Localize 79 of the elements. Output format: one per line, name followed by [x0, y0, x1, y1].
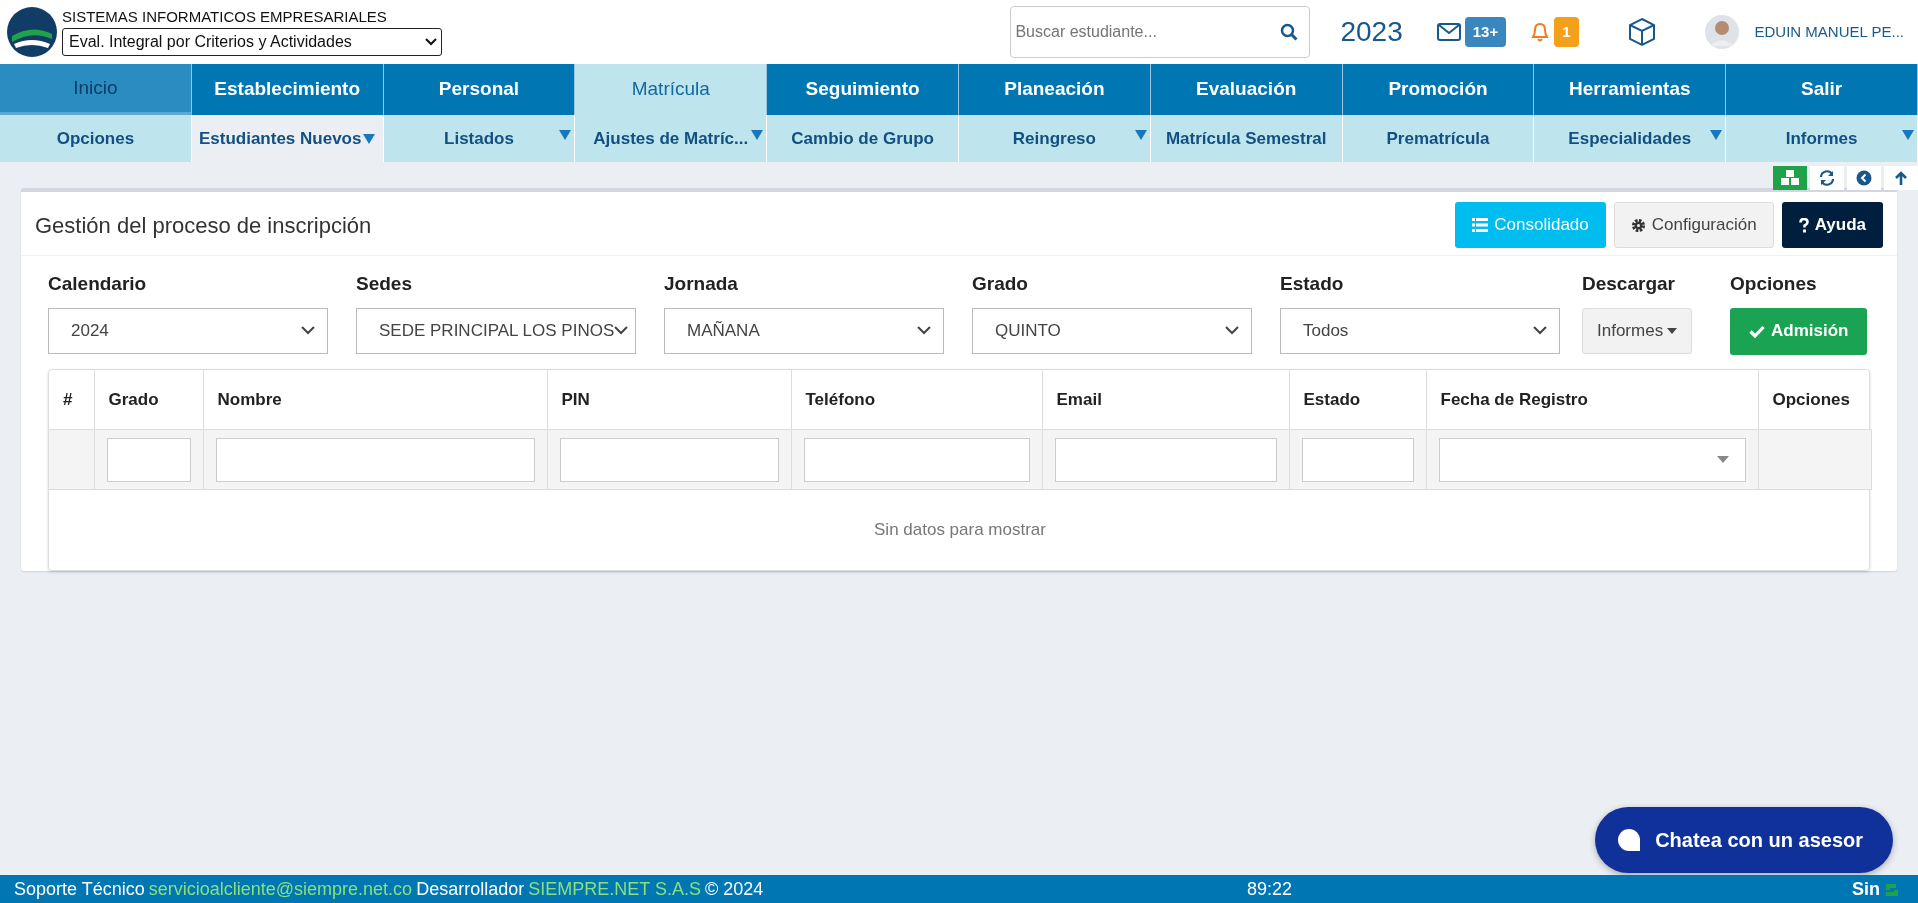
- company-name: SISTEMAS INFORMATICOS EMPRESARIALES: [62, 8, 388, 26]
- menu-tab[interactable]: Personal: [383, 64, 576, 115]
- submenu-item[interactable]: Especialidades: [1534, 115, 1727, 162]
- filter-input[interactable]: [215, 437, 535, 482]
- search-icon: [1280, 23, 1299, 41]
- menu-tab[interactable]: Matrícula: [575, 64, 768, 115]
- chevron-down-icon: [614, 326, 629, 335]
- menu-tab[interactable]: Promoción: [1342, 64, 1535, 115]
- filter-label: Grado: [972, 272, 1029, 296]
- submenu-item[interactable]: Cambio de Grupo: [767, 115, 959, 162]
- submenu-item[interactable]: Opciones: [0, 115, 192, 162]
- refresh-icon[interactable]: [1810, 166, 1844, 190]
- filter-input[interactable]: [106, 437, 191, 482]
- select-field[interactable]: MAÑANA: [664, 307, 944, 354]
- submenu-item[interactable]: Reingreso: [959, 115, 1151, 162]
- check-icon: [1749, 324, 1765, 338]
- chevron-down-icon: [1225, 326, 1239, 335]
- cube-icon[interactable]: [1626, 17, 1657, 47]
- submenu-item[interactable]: Prematrícula: [1342, 115, 1535, 162]
- empty-message: Sin datos para mostrar: [49, 489, 1871, 570]
- year-label: 2023: [1340, 15, 1403, 49]
- submenu-item[interactable]: Ajustes de Matríc...: [575, 115, 768, 162]
- menu-tab[interactable]: Planeación: [959, 64, 1151, 115]
- notification-count: 1: [1554, 16, 1579, 48]
- menu-tab[interactable]: Evaluación: [1150, 64, 1343, 115]
- brand-logo: Sin: [1852, 877, 1880, 901]
- submenu-item[interactable]: Matrícula Semestral: [1150, 115, 1343, 162]
- card-title: Gestión del proceso de inscripción: [35, 211, 372, 240]
- gear-icon: [1630, 217, 1646, 233]
- filter-label: Opciones: [1730, 272, 1818, 296]
- menu-tab[interactable]: Herramientas: [1534, 64, 1727, 115]
- menu-tab[interactable]: Establecimiento: [191, 64, 384, 115]
- module-select[interactable]: Eval. Integral por Criterios y Actividades: [62, 28, 442, 56]
- filter-input[interactable]: [1301, 437, 1414, 482]
- chevron-down-icon: [1533, 326, 1547, 335]
- select-field[interactable]: QUINTO: [972, 307, 1252, 354]
- back-icon[interactable]: [1847, 166, 1881, 190]
- filter-label: Descargar: [1582, 272, 1676, 296]
- select-field[interactable]: Todos: [1280, 307, 1560, 354]
- header-button[interactable]: Configuración: [1613, 202, 1774, 248]
- logo-icon: [6, 6, 58, 58]
- chevron-down-icon: [301, 326, 315, 335]
- download-dropdown[interactable]: Informes: [1582, 307, 1693, 354]
- chevron-down-icon: [425, 38, 437, 46]
- chat-button[interactable]: Chatea con un asesor: [1595, 807, 1893, 873]
- filter-input[interactable]: [559, 437, 779, 482]
- filter-label: Jornada: [664, 272, 739, 296]
- caret-icon: [1716, 456, 1729, 463]
- filter-input[interactable]: [1054, 437, 1277, 482]
- list-icon: [1472, 218, 1489, 232]
- user-name[interactable]: EDUIN MANUEL PE...: [1754, 20, 1904, 44]
- select-field[interactable]: 2024: [48, 307, 328, 354]
- footer-text: © 2024: [704, 877, 764, 901]
- footer-text: Desarrollador: [416, 877, 525, 901]
- submenu-item[interactable]: Listados: [383, 115, 576, 162]
- filter-label: Calendario: [48, 272, 148, 296]
- search-field[interactable]: Buscar estudiante...: [1010, 6, 1311, 58]
- menu-tab[interactable]: Salir: [1726, 64, 1918, 115]
- chat-bubble-icon: [1617, 828, 1642, 852]
- chevron-down-icon: [917, 326, 931, 335]
- cubes-icon[interactable]: [1773, 166, 1807, 190]
- submenu-item[interactable]: Informes: [1726, 115, 1918, 162]
- filter-select[interactable]: [1438, 437, 1746, 482]
- message-count: 13+: [1464, 16, 1507, 48]
- question-icon: [1798, 217, 1809, 233]
- select-field[interactable]: SEDE PRINCIPAL LOS PINOS: [356, 307, 636, 354]
- filter-label: Estado: [1280, 272, 1345, 296]
- filter-label: Sedes: [356, 272, 413, 296]
- mail-icon[interactable]: [1436, 22, 1461, 42]
- footer-text: Soporte Técnico: [14, 877, 145, 901]
- filter-input[interactable]: [803, 437, 1030, 482]
- admission-button[interactable]: Admisión: [1730, 307, 1868, 355]
- session-time: 89:22: [1246, 877, 1292, 901]
- bell-icon[interactable]: [1530, 21, 1551, 43]
- column-header: Opciones: [1758, 369, 1871, 430]
- avatar-icon[interactable]: [1704, 15, 1739, 49]
- menu-tab[interactable]: Seguimiento: [767, 64, 959, 115]
- header-button[interactable]: Ayuda: [1781, 202, 1883, 248]
- caret-icon: [1667, 327, 1678, 334]
